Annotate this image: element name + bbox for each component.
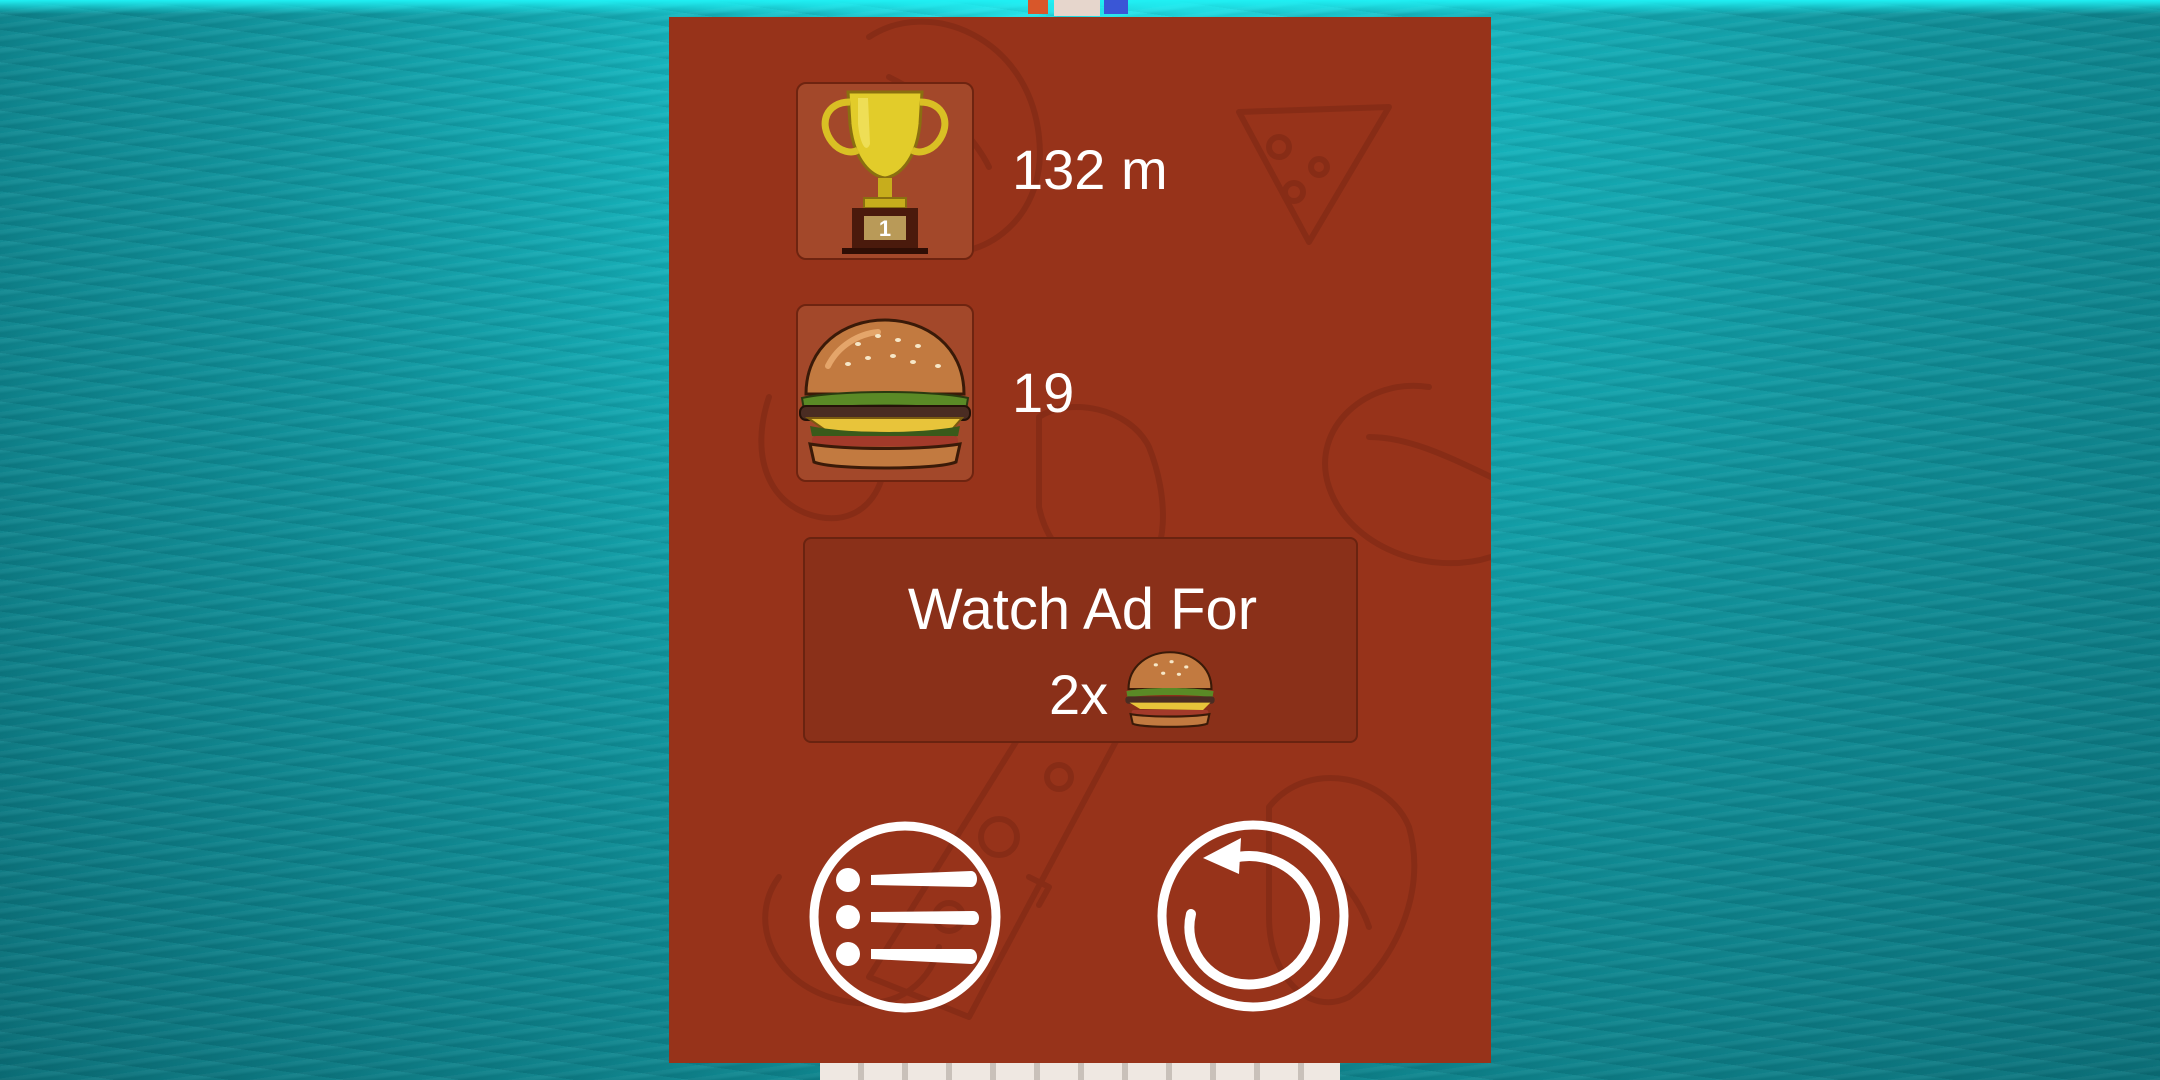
best-distance-value: 132 m <box>1012 138 1168 201</box>
burger-icon <box>799 318 971 470</box>
distance-icon-box: 1 <box>796 82 974 260</box>
list-menu-icon <box>809 821 1001 1013</box>
reward-multiplier: 2x <box>1049 663 1109 726</box>
burger-icon <box>1125 651 1215 728</box>
burger-count-value: 19 <box>1012 361 1075 424</box>
trophy-icon: 1 <box>821 90 949 254</box>
watch-ad-label: Watch Ad For <box>907 577 1258 642</box>
restart-button[interactable] <box>1155 818 1351 1014</box>
trophy-rank: 1 <box>879 216 891 241</box>
watch-ad-button[interactable]: Watch Ad For 2x <box>803 537 1358 743</box>
boat-deck <box>820 1060 1340 1080</box>
restart-icon <box>1157 820 1349 1012</box>
burger-count-icon-box <box>796 304 974 482</box>
game-over-panel: 1 132 m 19 Watch Ad For 2x <box>669 17 1491 1063</box>
menu-button[interactable] <box>807 819 1003 1015</box>
player-character-top <box>1028 0 1128 16</box>
